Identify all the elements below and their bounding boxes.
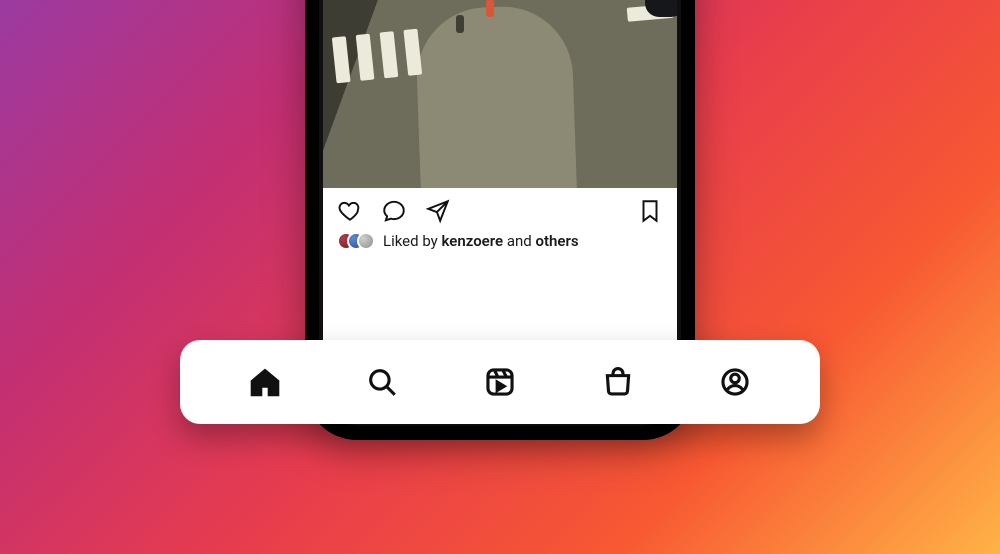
bookmark-icon — [637, 198, 663, 224]
like-button[interactable] — [337, 198, 363, 224]
profile-icon — [718, 365, 752, 399]
post-photo[interactable] — [323, 0, 677, 188]
profile-tab[interactable] — [716, 363, 754, 401]
share-button[interactable] — [425, 198, 451, 224]
likes-row[interactable]: Liked by kenzoere and others — [323, 228, 677, 262]
search-tab[interactable] — [363, 363, 401, 401]
likes-text: Liked by kenzoere and others — [383, 232, 579, 250]
bottom-nav-bar — [180, 340, 820, 424]
reels-tab[interactable] — [481, 363, 519, 401]
search-icon — [365, 365, 399, 399]
save-button[interactable] — [637, 198, 663, 224]
home-tab[interactable] — [246, 363, 284, 401]
reels-icon — [483, 365, 517, 399]
heart-icon — [337, 198, 363, 224]
share-icon — [425, 198, 451, 224]
home-icon — [248, 365, 282, 399]
shop-icon — [601, 365, 635, 399]
post-action-row — [323, 188, 677, 228]
shop-tab[interactable] — [599, 363, 637, 401]
liker-username: kenzoere — [442, 232, 504, 250]
comment-button[interactable] — [381, 198, 407, 224]
comment-icon — [381, 198, 407, 224]
liker-avatars — [337, 232, 375, 250]
likes-others: others — [535, 232, 578, 250]
